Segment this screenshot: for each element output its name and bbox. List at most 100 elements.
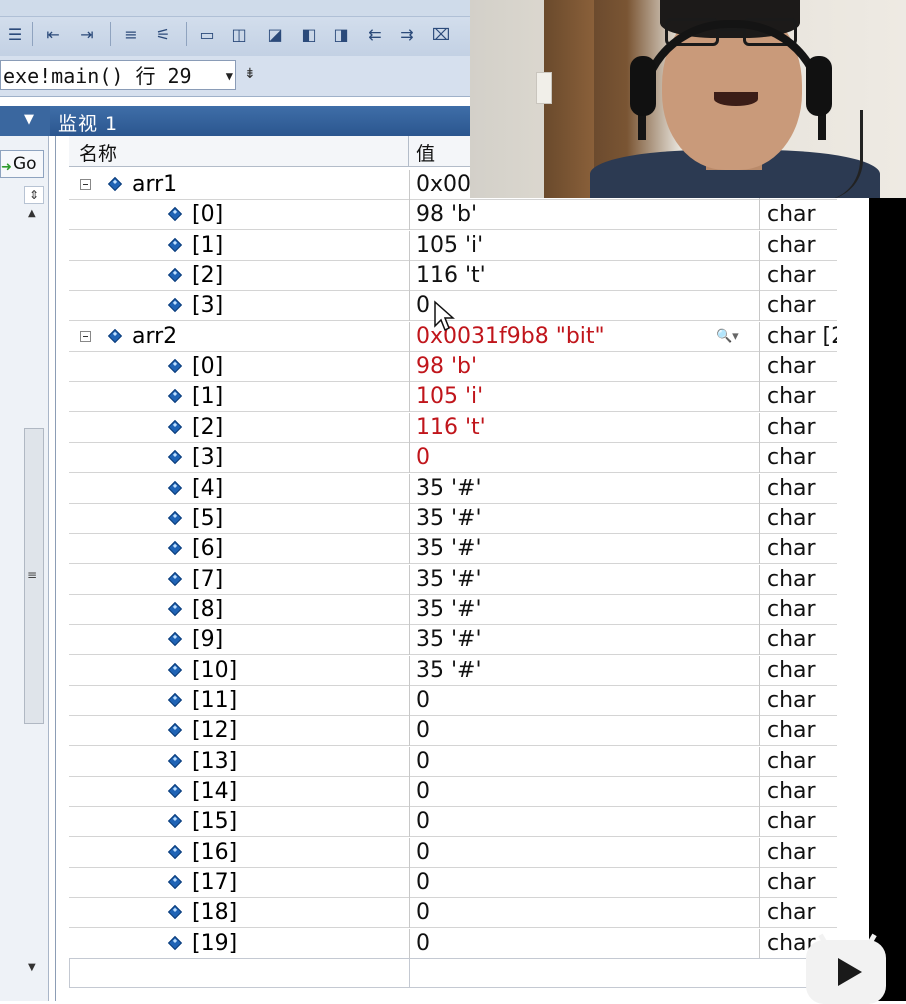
watch-row-element[interactable]: [15] 0 char	[69, 807, 837, 838]
bookmark-next-icon[interactable]: ◪	[262, 21, 288, 47]
scroll-down-icon[interactable]: ▼	[28, 962, 36, 973]
indent-more-icon[interactable]: ⇥	[74, 21, 100, 47]
bookmark-folder-prev-icon[interactable]: ◧	[296, 21, 322, 47]
watch-name-cell: [9]	[69, 625, 408, 655]
watch-value-cell[interactable]: 35 '#'	[409, 503, 759, 534]
watch-value-cell[interactable]: 116 't'	[409, 261, 759, 292]
watch-value-cell[interactable]: 0	[409, 685, 759, 716]
watch-value-cell[interactable]: 0	[409, 746, 759, 777]
watch-name-cell: [18]	[69, 898, 408, 928]
watch-row-element[interactable]: [10] 35 '#' char	[69, 655, 837, 686]
watch-value-cell[interactable]: 0	[409, 291, 759, 322]
stack-frame-bar: exe!main() 行 29 ▼ ⇟	[0, 56, 470, 97]
column-header-value[interactable]: 值	[416, 139, 435, 166]
variable-name: [2]	[192, 263, 224, 289]
clear-bookmarks-icon[interactable]: ⌧	[428, 21, 454, 47]
play-icon	[838, 958, 862, 986]
watch-row-element[interactable]: [13] 0 char	[69, 746, 837, 777]
watch-value-cell[interactable]: 0	[409, 868, 759, 899]
watch-row-element[interactable]: [18] 0 char	[69, 898, 837, 929]
variable-type: char	[759, 837, 837, 868]
indent-icon[interactable]: ☰	[2, 21, 28, 47]
stack-frame-combo[interactable]: exe!main() 行 29 ▼	[0, 60, 236, 90]
uncomment-icon[interactable]: ⚟	[150, 21, 176, 47]
watch-value-cell[interactable]: 98 'b'	[409, 200, 759, 231]
watch-name-cell: [3]	[69, 291, 408, 321]
chevron-down-icon[interactable]: ▼	[226, 61, 233, 89]
visualizer-icon[interactable]: 🔍▾	[716, 322, 739, 352]
watch-value-cell[interactable]: 0	[409, 807, 759, 838]
watch-value-cell[interactable]: 98 'b'	[409, 352, 759, 383]
watch-row-element[interactable]: [19] 0 char	[69, 928, 837, 959]
watch-row-element[interactable]: [0] 98 'b' char	[69, 352, 837, 383]
watch-value-cell[interactable]: 116 't'	[409, 412, 759, 443]
watch-value-cell[interactable]: 35 '#'	[409, 655, 759, 686]
bookmark-doc-prev-icon[interactable]: ⇇	[362, 21, 388, 47]
variable-name: [1]	[192, 384, 224, 410]
watch-value-cell[interactable]: 35 '#'	[409, 534, 759, 565]
watch-value-cell[interactable]: 35 '#'	[409, 625, 759, 656]
comment-icon[interactable]: ≡	[118, 21, 144, 47]
variable-name: [15]	[192, 809, 238, 835]
watch-row-element[interactable]: [17] 0 char	[69, 868, 837, 899]
grip-icon[interactable]: ≡	[27, 568, 37, 582]
watch-row-element[interactable]: [16] 0 char	[69, 837, 837, 868]
bookmark-folder-next-icon[interactable]: ◨	[328, 21, 354, 47]
variable-name: [8]	[192, 596, 224, 622]
watch-value-cell[interactable]: 0	[409, 837, 759, 868]
outdent-icon[interactable]: ⇤	[40, 21, 66, 47]
variable-name: [6]	[192, 536, 224, 562]
watch-value-cell[interactable]: 35 '#'	[409, 473, 759, 504]
watch-row-element[interactable]: [0] 98 'b' char	[69, 200, 837, 231]
splitter-icon[interactable]: ⇕	[24, 186, 44, 204]
variable-type: char	[759, 807, 837, 838]
watch-row-element[interactable]: [1] 105 'i' char	[69, 382, 837, 413]
watch-row-element[interactable]: [2] 116 't' char	[69, 261, 837, 292]
variable-icon	[107, 176, 123, 192]
toolbar-overflow-icon[interactable]: ⇟	[244, 66, 256, 82]
collapse-icon[interactable]	[80, 179, 91, 190]
variable-value: 0	[416, 445, 430, 471]
variable-value: 35 '#'	[416, 627, 482, 653]
watch-row-element[interactable]: [5] 35 '#' char	[69, 503, 837, 534]
scroll-up-icon[interactable]: ▲	[28, 208, 36, 219]
bookmark-prev-icon[interactable]: ◫	[226, 21, 252, 47]
watch-value-cell[interactable]: 0	[409, 777, 759, 807]
watch-row-element[interactable]: [2] 116 't' char	[69, 412, 837, 443]
watch-value-cell[interactable]: 0	[409, 898, 759, 929]
watch-value-cell[interactable]: 0	[409, 928, 759, 959]
variable-value: 98 'b'	[416, 354, 478, 380]
variable-icon	[167, 510, 183, 525]
variable-icon	[167, 571, 183, 586]
watch-value-cell[interactable]: 35 '#'	[409, 564, 759, 595]
wall-switch	[536, 72, 552, 104]
chevron-down-icon[interactable]: ▼	[24, 112, 34, 127]
watch-value-cell[interactable]: 0x0031f9b8 "bit" 🔍▾	[409, 321, 759, 352]
watch-row-element[interactable]: [3] 0 char	[69, 443, 837, 474]
watch-row-element[interactable]: [1] 105 'i' char	[69, 230, 837, 261]
watch-row-element[interactable]: [14] 0 char	[69, 777, 837, 807]
watch-row-element[interactable]: [4] 35 '#' char	[69, 473, 837, 504]
watch-row-element[interactable]: [9] 35 '#' char	[69, 625, 837, 656]
watch-row-element[interactable]: [11] 0 char	[69, 685, 837, 716]
bookmark-icon[interactable]: ▭	[194, 21, 220, 47]
go-button[interactable]: ➜ Go	[0, 150, 44, 178]
variable-value: 105 'i'	[416, 384, 484, 410]
watch-row-element[interactable]: [6] 35 '#' char	[69, 534, 837, 565]
watch-name-cell: [8]	[69, 595, 408, 625]
column-header-name[interactable]: 名称	[79, 139, 117, 166]
watch-row-element[interactable]: [12] 0 char	[69, 716, 837, 747]
variable-value: 35 '#'	[416, 536, 482, 562]
watch-value-cell[interactable]: 35 '#'	[409, 594, 759, 625]
variable-type: char	[759, 473, 837, 504]
watch-value-cell[interactable]: 105 'i'	[409, 230, 759, 261]
watch-value-cell[interactable]: 105 'i'	[409, 382, 759, 413]
column-divider[interactable]	[408, 136, 409, 166]
collapse-icon[interactable]	[80, 330, 91, 342]
watch-row-element[interactable]: [7] 35 '#' char	[69, 564, 837, 595]
watch-value-cell[interactable]: 0	[409, 716, 759, 747]
new-watch-row[interactable]	[69, 958, 837, 988]
bookmark-doc-next-icon[interactable]: ⇉	[394, 21, 420, 47]
watch-row-element[interactable]: [8] 35 '#' char	[69, 594, 837, 625]
watch-value-cell[interactable]: 0	[409, 443, 759, 474]
